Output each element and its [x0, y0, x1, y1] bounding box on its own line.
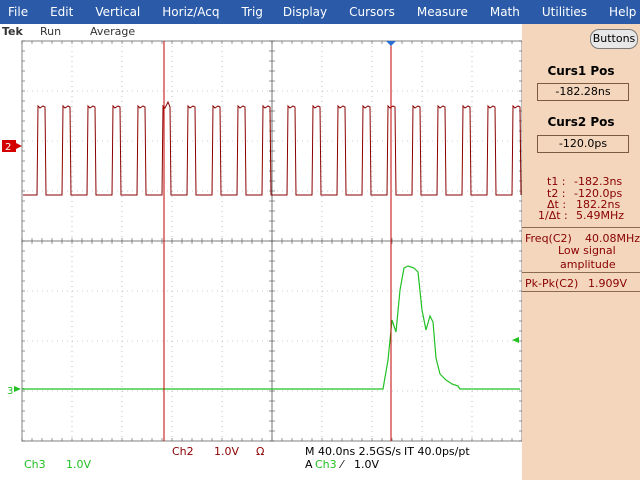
trigger-source[interactable]: Ch3 — [315, 458, 337, 471]
menu-vertical[interactable]: Vertical — [73, 5, 140, 19]
trigger-level[interactable]: 1.0V — [354, 458, 379, 471]
pk-divider-bottom — [522, 291, 640, 292]
pk-divider — [522, 272, 640, 273]
ch3-marker-arrow-icon — [14, 386, 21, 392]
ch3-scale[interactable]: 1.0V — [66, 458, 91, 471]
waveform-display: 2 3 — [2, 40, 522, 442]
ch2-scale[interactable]: 1.0V — [214, 445, 239, 458]
trigger-slope-icon: ⁄ — [341, 458, 343, 471]
pk-pk-label: Pk-Pk(C2) — [525, 277, 579, 290]
ch3-marker-label: 3 — [7, 386, 13, 397]
pk-pk-value: 1.909V — [588, 277, 628, 290]
menu-math[interactable]: Math — [468, 5, 520, 19]
timebase[interactable]: M 40.0ns 2.5GS/s — [305, 445, 401, 458]
buttons-toggle[interactable]: Buttons — [590, 29, 638, 49]
ch2-marker-label: 2 — [5, 142, 11, 153]
bottom-status: Ch2 1.0V Ω M 40.0ns 2.5GS/s IT 40.0ps/pt… — [0, 442, 522, 480]
ch2-label[interactable]: Ch2 — [172, 445, 194, 458]
menu-trig[interactable]: Trig — [219, 5, 262, 19]
ch3-label[interactable]: Ch3 — [24, 458, 46, 471]
freq-note-1: Low signal — [558, 244, 616, 257]
freq-note-2: amplitude — [560, 258, 616, 271]
trigger-prefix: A — [305, 458, 313, 471]
menu-display[interactable]: Display — [263, 5, 327, 19]
menu-utilities[interactable]: Utilities — [520, 5, 587, 19]
menu-edit[interactable]: Edit — [28, 5, 73, 19]
menu-measure[interactable]: Measure — [395, 5, 468, 19]
brand-label: Tek — [2, 25, 23, 38]
menu-horiz-acq[interactable]: Horiz/Acq — [140, 5, 219, 19]
run-state: Run — [40, 25, 62, 38]
curs2-value[interactable]: -120.0ps — [537, 135, 629, 153]
menu-bar: File Edit Vertical Horiz/Acq Trig Displa… — [0, 0, 640, 24]
menu-cursors[interactable]: Cursors — [327, 5, 395, 19]
inv-dt-value: 5.49MHz — [576, 209, 625, 222]
status-bar: Tek Run Average — [0, 24, 522, 40]
inv-dt-label: 1/Δt : — [538, 209, 568, 222]
interp-rate: IT 40.0ps/pt — [404, 445, 470, 458]
ch2-marker-arrow-icon — [16, 143, 22, 149]
curs2-title: Curs2 Pos — [547, 115, 615, 129]
menu-file[interactable]: File — [0, 5, 28, 19]
menu-help[interactable]: Help — [587, 5, 636, 19]
freq-divider — [522, 227, 640, 228]
ch2-termination: Ω — [256, 445, 265, 458]
curs1-value[interactable]: -182.28ns — [537, 83, 629, 101]
acq-mode: Average — [90, 25, 136, 38]
curs1-title: Curs1 Pos — [547, 64, 615, 78]
